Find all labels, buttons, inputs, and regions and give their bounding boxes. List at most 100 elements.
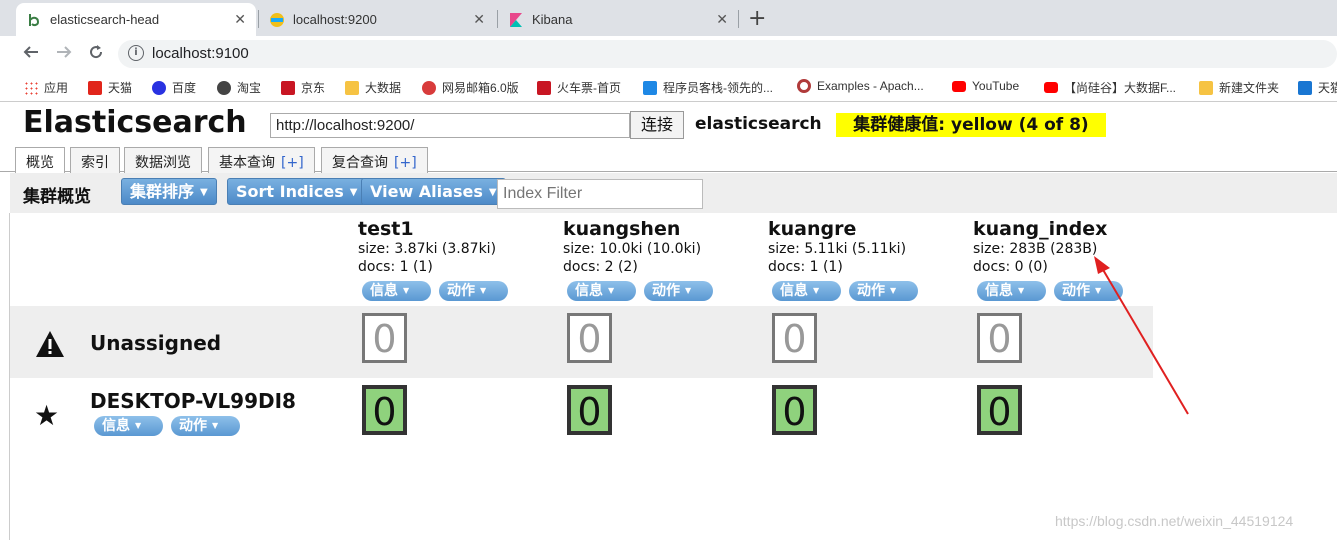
sort-cluster-button[interactable]: 集群排序 ▼ bbox=[121, 178, 217, 205]
shard-unassigned[interactable]: 0 bbox=[567, 313, 612, 363]
index-name: kuangre bbox=[768, 218, 857, 240]
sort-indices-button[interactable]: Sort Indices ▼ bbox=[227, 178, 367, 205]
connect-button[interactable]: 连接 bbox=[630, 111, 684, 139]
annotation-arrow-icon bbox=[1094, 256, 1189, 415]
index-docs: docs: 1 (1) bbox=[358, 259, 433, 275]
address-text[interactable]: localhost:9100 bbox=[152, 45, 249, 62]
index-filter-input[interactable] bbox=[497, 179, 703, 209]
close-tab-icon[interactable]: ✕ bbox=[473, 11, 485, 28]
kibana-favicon-icon bbox=[508, 12, 524, 28]
shard-unassigned[interactable]: 0 bbox=[362, 313, 407, 363]
watermark: https://blog.csdn.net/weixin_44519124 bbox=[1055, 513, 1294, 529]
folder-icon bbox=[345, 80, 359, 95]
index-action-button[interactable]: 动作 ▼ bbox=[849, 281, 918, 301]
index-size: size: 10.0ki (10.0ki) bbox=[563, 241, 702, 257]
youtube-icon bbox=[952, 80, 966, 92]
shard-unassigned[interactable]: 0 bbox=[772, 313, 817, 363]
shard-assigned[interactable]: 0 bbox=[977, 385, 1022, 435]
site-info-icon[interactable]: i bbox=[128, 45, 144, 61]
node-action-button[interactable]: 动作 ▼ bbox=[171, 416, 240, 436]
youtube-icon bbox=[1044, 82, 1058, 93]
shard-unassigned[interactable]: 0 bbox=[977, 313, 1022, 363]
bookmark-proginn[interactable]: 程序员客栈-领先的... bbox=[643, 79, 773, 96]
browser-tab-kibana[interactable]: Kibana ✕ bbox=[498, 3, 738, 36]
tab-compound-query[interactable]: 复合查询 [+] bbox=[321, 147, 428, 173]
overview-title: 集群概览 bbox=[23, 187, 91, 207]
tab-separator bbox=[738, 10, 739, 28]
bookmark-apps[interactable]: 应用 bbox=[24, 79, 68, 96]
globe-icon bbox=[217, 80, 231, 95]
index-header-test1: test1 size: 3.87ki (3.87ki) docs: 1 (1) bbox=[358, 218, 558, 276]
caret-down-icon: ▼ bbox=[480, 286, 487, 295]
bookmark-jd[interactable]: 京东 bbox=[281, 79, 325, 96]
bookmark-tianmao-2[interactable]: 天猫 bbox=[1298, 79, 1337, 96]
index-action-button[interactable]: 动作 ▼ bbox=[439, 281, 508, 301]
caret-down-icon: ▼ bbox=[890, 286, 897, 295]
new-tab-button[interactable]: + bbox=[748, 6, 766, 31]
master-node-star-icon: ★ bbox=[34, 399, 60, 432]
cluster-name: elasticsearch bbox=[695, 114, 822, 134]
folder-icon bbox=[1199, 80, 1213, 95]
index-name: kuang_index bbox=[973, 218, 1108, 240]
caret-down-icon: ▼ bbox=[403, 286, 410, 295]
caret-down-icon: ▼ bbox=[212, 421, 219, 430]
tab-overview[interactable]: 概览 bbox=[15, 147, 65, 174]
apache-icon bbox=[797, 79, 811, 93]
terminal-icon bbox=[643, 80, 657, 95]
tmall-icon bbox=[88, 80, 102, 95]
bookmark-tmall[interactable]: 天猫 bbox=[88, 79, 132, 96]
tab-browser[interactable]: 数据浏览 bbox=[124, 147, 202, 173]
bookmark-baidu[interactable]: 百度 bbox=[152, 79, 196, 96]
elastic-favicon-icon bbox=[269, 12, 285, 28]
bookmark-youtube[interactable]: YouTube bbox=[952, 79, 1019, 93]
unassigned-label: Unassigned bbox=[90, 331, 222, 355]
back-arrow-icon[interactable] bbox=[22, 43, 40, 66]
tab-basic-query[interactable]: 基本查询 [+] bbox=[208, 147, 315, 173]
browser-tab-localhost-9200[interactable]: localhost:9200 ✕ bbox=[259, 3, 495, 36]
index-size: size: 3.87ki (3.87ki) bbox=[358, 241, 497, 257]
bookmark-atguigu[interactable]: 【尚硅谷】大数据F... bbox=[1044, 79, 1176, 96]
jd-icon bbox=[537, 80, 551, 95]
index-info-button[interactable]: 信息 ▼ bbox=[977, 281, 1046, 301]
shard-assigned[interactable]: 0 bbox=[567, 385, 612, 435]
bookmark-train-tickets[interactable]: 火车票-首页 bbox=[537, 79, 621, 96]
netease-mail-icon bbox=[422, 80, 436, 95]
index-action-button[interactable]: 动作 ▼ bbox=[644, 281, 713, 301]
tab-indices[interactable]: 索引 bbox=[70, 147, 120, 173]
close-tab-icon[interactable]: ✕ bbox=[716, 11, 728, 28]
add-query-tab[interactable]: [+] bbox=[394, 155, 417, 171]
jd-icon bbox=[281, 80, 295, 95]
shard-assigned[interactable]: 0 bbox=[362, 385, 407, 435]
caret-down-icon: ▼ bbox=[200, 187, 208, 198]
index-name: kuangshen bbox=[563, 218, 681, 240]
index-info-button[interactable]: 信息 ▼ bbox=[772, 281, 841, 301]
address-bar[interactable] bbox=[118, 40, 1337, 68]
warning-icon bbox=[35, 330, 65, 358]
forward-arrow-icon[interactable] bbox=[55, 43, 73, 66]
tianmao-icon bbox=[1298, 80, 1312, 95]
annotation-arrow-line bbox=[1101, 267, 1189, 415]
bookmark-taobao[interactable]: 淘宝 bbox=[217, 79, 261, 96]
add-query-tab[interactable]: [+] bbox=[281, 155, 304, 171]
apps-grid-icon bbox=[24, 80, 38, 95]
bookmark-apache-examples[interactable]: Examples - Apach... bbox=[797, 79, 924, 93]
connect-url-input[interactable] bbox=[270, 113, 630, 138]
caret-down-icon: ▼ bbox=[1018, 286, 1025, 295]
index-docs: docs: 1 (1) bbox=[768, 259, 843, 275]
shard-assigned[interactable]: 0 bbox=[772, 385, 817, 435]
caret-down-icon: ▼ bbox=[488, 187, 497, 198]
index-name: test1 bbox=[358, 218, 414, 240]
reload-icon[interactable] bbox=[87, 43, 105, 66]
bookmark-163-mail[interactable]: 网易邮箱6.0版 bbox=[422, 79, 519, 96]
caret-down-icon: ▼ bbox=[608, 286, 615, 295]
index-info-button[interactable]: 信息 ▼ bbox=[362, 281, 431, 301]
view-aliases-button[interactable]: View Aliases ▼ bbox=[361, 178, 506, 205]
close-tab-icon[interactable]: ✕ bbox=[234, 11, 246, 28]
bookmark-new-folder[interactable]: 新建文件夹 bbox=[1199, 79, 1279, 96]
cluster-health-badge: 集群健康值: yellow (4 of 8) bbox=[836, 113, 1106, 137]
index-info-button[interactable]: 信息 ▼ bbox=[567, 281, 636, 301]
index-size: size: 5.11ki (5.11ki) bbox=[768, 241, 907, 257]
browser-tab-elasticsearch-head[interactable]: elasticsearch-head ✕ bbox=[16, 3, 256, 36]
node-info-button[interactable]: 信息 ▼ bbox=[94, 416, 163, 436]
bookmark-folder-bigdata[interactable]: 大数据 bbox=[345, 79, 401, 96]
